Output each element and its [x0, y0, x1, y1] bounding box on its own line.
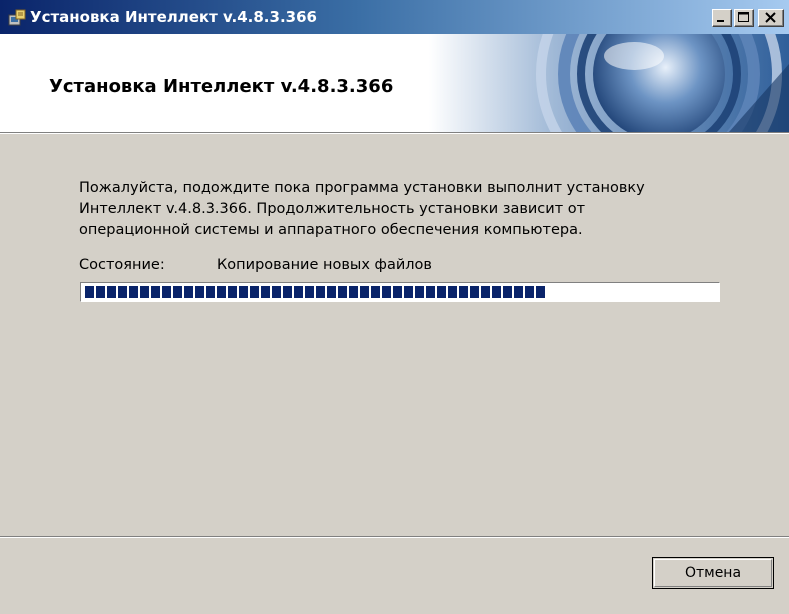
header-banner: Установка Интеллект v.4.8.3.366: [0, 34, 789, 132]
cancel-button[interactable]: Отмена: [652, 557, 774, 589]
maximize-icon: [738, 12, 749, 22]
minimize-button[interactable]: [712, 9, 732, 27]
installer-icon: [8, 9, 26, 26]
progress-bar: [80, 282, 720, 302]
banner-artwork: [429, 34, 789, 132]
description-line: Интеллект v.4.8.3.366. Продолжительность…: [79, 201, 586, 217]
description-text: Пожалуйста, подождите пока программа уст…: [79, 178, 719, 241]
page-title: Установка Интеллект v.4.8.3.366: [49, 76, 394, 97]
maximize-button[interactable]: [734, 9, 754, 27]
status-label: Состояние:: [79, 257, 165, 273]
close-button[interactable]: [758, 9, 784, 27]
title-bar[interactable]: Установка Интеллект v.4.8.3.366: [0, 0, 789, 34]
status-value: Копирование новых файлов: [217, 257, 432, 273]
progress-fill: [85, 286, 545, 298]
minimize-icon: [717, 20, 724, 22]
close-icon: [765, 12, 776, 23]
main-content: Пожалуйста, подождите пока программа уст…: [0, 134, 789, 534]
installer-window: Установка Интеллект v.4.8.3.366 Установк…: [0, 0, 789, 614]
description-line: операционной системы и аппаратного обесп…: [79, 222, 583, 238]
window-title: Установка Интеллект v.4.8.3.366: [30, 8, 317, 26]
description-line: Пожалуйста, подождите пока программа уст…: [79, 180, 645, 196]
footer-divider: [0, 536, 789, 538]
cancel-button-label: Отмена: [654, 559, 772, 587]
